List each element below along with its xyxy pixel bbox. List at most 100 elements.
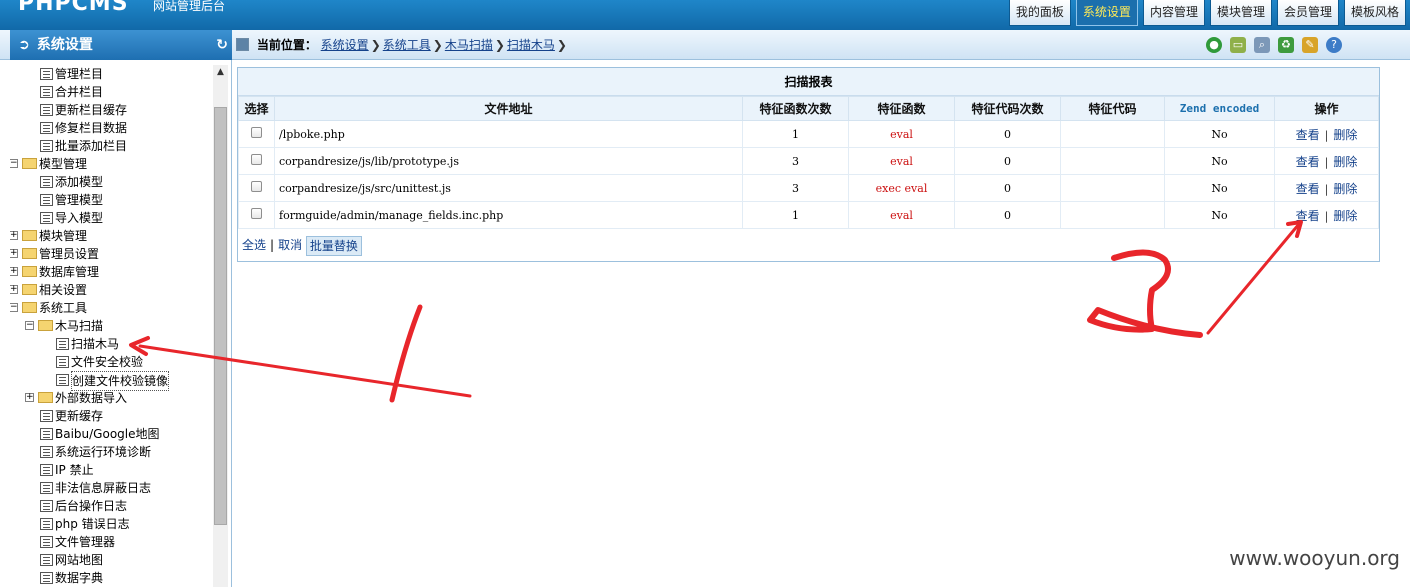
breadcrumb-item[interactable]: 系统工具 — [383, 38, 431, 52]
document-icon — [40, 104, 53, 116]
delete-link[interactable]: 删除 — [1333, 209, 1357, 223]
sidebar-title: ➲ 系统设置 ↻ — [10, 30, 232, 60]
sidebar-item[interactable]: 扫描木马 — [10, 335, 214, 353]
sidebar-item[interactable]: 非法信息屏蔽日志 — [10, 479, 214, 497]
sidebar-item[interactable]: 更新栏目缓存 — [10, 101, 214, 119]
sidebar-item[interactable]: 更新缓存 — [10, 407, 214, 425]
sidebar-item[interactable]: 文件管理器 — [10, 533, 214, 551]
top-tab[interactable]: 系统设置 — [1075, 0, 1138, 26]
sidebar-item[interactable]: + 模块管理 — [10, 227, 214, 245]
sidebar-item[interactable]: + 相关设置 — [10, 281, 214, 299]
sidebar-item[interactable]: + 外部数据导入 — [10, 389, 214, 407]
chevron-right-icon: ❯ — [370, 38, 381, 52]
breadcrumb-item[interactable]: 扫描木马 — [507, 38, 555, 52]
top-tab[interactable]: 模板风格 — [1343, 0, 1406, 26]
separator: | — [1324, 155, 1329, 169]
document-icon — [56, 374, 69, 386]
document-icon — [40, 428, 53, 440]
document-icon — [40, 500, 53, 512]
row-checkbox[interactable] — [251, 181, 262, 192]
top-tab[interactable]: 我的面板 — [1008, 0, 1071, 26]
sidebar-item-label: 管理栏目 — [55, 67, 104, 81]
folder-icon — [22, 230, 37, 241]
collapse-icon[interactable]: − — [10, 303, 18, 312]
sidebar-item-label: 管理员设置 — [39, 247, 100, 261]
document-icon — [40, 176, 53, 188]
folder-icon[interactable]: ▭ — [1230, 37, 1246, 53]
delete-link[interactable]: 删除 — [1333, 128, 1357, 142]
sidebar-item[interactable]: 创建文件校验镜像 — [10, 371, 214, 391]
sidebar-item[interactable]: + 管理员设置 — [10, 245, 214, 263]
scroll-thumb[interactable] — [214, 107, 227, 525]
globe-icon[interactable]: ● — [1206, 37, 1222, 53]
cell-zend: No — [1164, 201, 1275, 229]
cell-fn: eval — [848, 120, 955, 148]
cell-select — [238, 174, 275, 202]
sidebar-item[interactable]: 管理模型 — [10, 191, 214, 209]
table-row: /lpboke.php 1 eval 0 No 查看 | 删除 — [238, 120, 1379, 148]
sidebar-item[interactable]: 数据字典 — [10, 569, 214, 587]
recycle-icon[interactable]: ♻ — [1278, 37, 1294, 53]
expand-icon[interactable]: + — [10, 249, 18, 258]
delete-link[interactable]: 删除 — [1333, 182, 1357, 196]
sidebar-item[interactable]: 合并栏目 — [10, 83, 214, 101]
view-link[interactable]: 查看 — [1296, 182, 1320, 196]
view-link[interactable]: 查看 — [1296, 155, 1320, 169]
top-tab[interactable]: 会员管理 — [1276, 0, 1339, 26]
document-icon — [40, 572, 53, 584]
sidebar-item[interactable]: 文件安全校验 — [10, 353, 214, 371]
expand-icon[interactable]: + — [10, 285, 18, 294]
sidebar-item-label: 后台操作日志 — [55, 499, 128, 513]
sidebar-item[interactable]: IP 禁止 — [10, 461, 214, 479]
search-icon[interactable]: ⌕ — [1254, 37, 1270, 53]
sidebar-item[interactable]: Baibu/Google地图 — [10, 425, 214, 443]
sidebar-item[interactable]: + 数据库管理 — [10, 263, 214, 281]
top-tab[interactable]: 内容管理 — [1142, 0, 1205, 26]
sidebar-title-label: 系统设置 — [36, 37, 93, 53]
cell-zend: No — [1164, 174, 1275, 202]
row-checkbox[interactable] — [251, 154, 262, 165]
notepad-icon[interactable]: ✎ — [1302, 37, 1318, 53]
row-checkbox[interactable] — [251, 208, 262, 219]
sidebar-item[interactable]: 后台操作日志 — [10, 497, 214, 515]
breadcrumb-item[interactable]: 系统设置 — [321, 38, 369, 52]
sidebar-item[interactable]: 添加模型 — [10, 173, 214, 191]
table-row: formguide/admin/manage_fields.inc.php 1 ev… — [238, 201, 1379, 229]
batch-replace-button[interactable]: 批量替换 — [305, 235, 362, 256]
sidebar-item[interactable]: − 木马扫描 — [10, 317, 214, 335]
breadcrumb-item[interactable]: 木马扫描 — [445, 38, 493, 52]
view-link[interactable]: 查看 — [1296, 128, 1320, 142]
help-icon[interactable]: ? — [1326, 37, 1342, 53]
collapse-icon[interactable]: − — [25, 321, 34, 330]
sidebar-scrollbar[interactable]: ▲ — [213, 65, 228, 587]
sidebar-item[interactable]: 修复栏目数据 — [10, 119, 214, 137]
sidebar-item[interactable]: − 系统工具 — [10, 299, 214, 317]
expand-icon[interactable]: + — [25, 393, 34, 402]
cancel-link[interactable]: 取消 — [278, 238, 302, 252]
sidebar-item[interactable]: 批量添加栏目 — [10, 137, 214, 155]
collapse-arrow-icon[interactable]: ➲ — [16, 30, 32, 60]
expand-icon[interactable]: + — [10, 267, 18, 276]
cell-code-count: 0 — [954, 201, 1061, 229]
sidebar-item[interactable]: 导入模型 — [10, 209, 214, 227]
sidebar-item[interactable]: php 错误日志 — [10, 515, 214, 533]
select-all-link[interactable]: 全选 — [242, 238, 266, 252]
cell-code — [1060, 147, 1165, 175]
view-link[interactable]: 查看 — [1296, 209, 1320, 223]
refresh-icon[interactable]: ↻ — [216, 30, 228, 60]
row-checkbox[interactable] — [251, 127, 262, 138]
collapse-icon[interactable]: − — [10, 159, 18, 168]
folder-icon — [22, 266, 37, 277]
sidebar-item[interactable]: − 模型管理 — [10, 155, 214, 173]
delete-link[interactable]: 删除 — [1333, 155, 1357, 169]
cell-fn-count: 1 — [742, 201, 849, 229]
sidebar-item-label: 导入模型 — [55, 211, 104, 225]
sidebar-item[interactable]: 网站地图 — [10, 551, 214, 569]
scroll-up-icon[interactable]: ▲ — [213, 65, 228, 80]
expand-icon[interactable]: + — [10, 231, 18, 240]
sidebar-item[interactable]: 系统运行环境诊断 — [10, 443, 214, 461]
sidebar-item-label: 创建文件校验镜像 — [71, 371, 170, 391]
cell-fn-count: 1 — [742, 120, 849, 148]
sidebar-item[interactable]: 管理栏目 — [10, 65, 214, 83]
top-tab[interactable]: 模块管理 — [1209, 0, 1272, 26]
